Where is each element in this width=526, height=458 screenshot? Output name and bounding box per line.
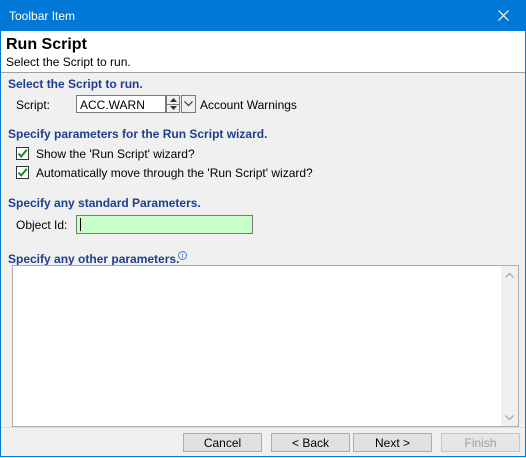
script-spinner[interactable] [166,95,180,113]
close-button[interactable] [480,0,526,31]
cancel-button[interactable]: Cancel [183,433,262,452]
chevron-up-icon [505,272,514,278]
spin-down-button[interactable] [167,104,179,112]
page-title: Run Script [6,36,87,53]
back-button[interactable]: < Back [271,433,350,452]
show-wizard-label[interactable]: Show the 'Run Script' wizard? [36,147,195,161]
auto-move-checkbox[interactable] [16,166,29,179]
object-id-field[interactable] [76,215,253,234]
other-parameters-textarea[interactable] [12,265,519,427]
script-section-heading: Select the Script to run. [8,77,143,91]
finish-button[interactable]: Finish [441,433,520,452]
chevron-down-icon [184,101,193,107]
script-input[interactable]: ACC.WARN [76,95,166,113]
scroll-down-button[interactable] [501,409,518,426]
checkmark-icon [17,149,28,159]
script-description: Account Warnings [200,98,297,112]
auto-move-label[interactable]: Automatically move through the 'Run Scri… [36,166,313,180]
params-section-heading: Specify parameters for the Run Script wi… [8,127,268,141]
title-bar: Toolbar Item [0,0,526,31]
info-icon[interactable]: i [178,251,187,260]
text-caret [80,218,81,231]
next-button[interactable]: Next > [353,433,432,452]
scroll-up-button[interactable] [501,266,518,283]
triangle-up-icon [169,98,177,102]
script-label: Script: [16,98,51,112]
script-value: ACC.WARN [80,98,145,112]
other-section-heading: Specify any other parameters. [8,252,180,266]
wizard-header: Run Script Select the Script to run. [1,31,525,73]
triangle-down-icon [169,106,177,110]
window-title: Toolbar Item [9,9,76,23]
chevron-down-icon [505,414,514,420]
vertical-scrollbar[interactable] [501,266,518,426]
show-wizard-checkbox[interactable] [16,147,29,160]
footer-divider [1,427,525,428]
standard-section-heading: Specify any standard Parameters. [8,196,201,210]
page-subtitle: Select the Script to run. [6,55,131,69]
checkmark-icon [17,168,28,178]
script-dropdown-button[interactable] [181,95,196,113]
object-id-label: Object Id: [16,218,68,232]
close-icon [497,10,509,21]
